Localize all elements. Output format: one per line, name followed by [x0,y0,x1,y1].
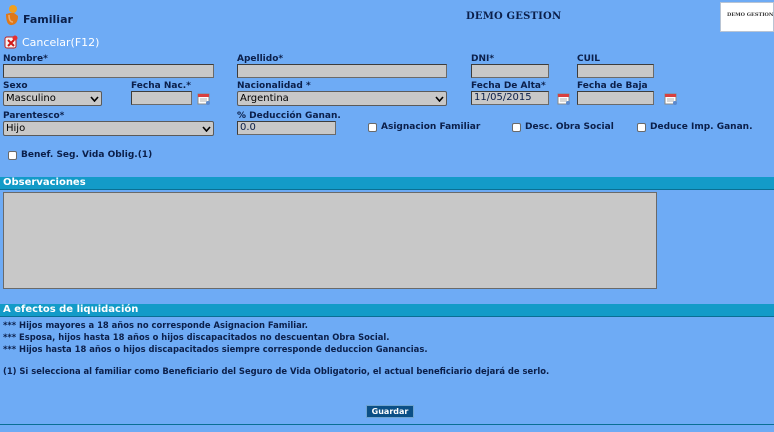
dni-label: DNI* [471,54,495,64]
desc-obra-social-checkbox[interactable]: Desc. Obra Social [512,122,614,132]
note-line: *** Esposa, hijos hasta 18 años o hijos … [3,332,390,342]
deduccion-input[interactable]: 0.0 [237,121,336,135]
sexo-value: Masculino [6,93,56,104]
observaciones-header: Observaciones [0,177,774,190]
calendar-icon[interactable] [557,91,571,105]
nombre-label: Nombre* [3,54,48,64]
sexo-label: Sexo [3,81,28,91]
fecha-alta-input[interactable]: 11/05/2015 [471,91,549,105]
apellido-label: Apellido* [237,54,284,64]
fecha-nac-label: Fecha Nac.* [131,81,191,91]
company-name: DEMO GESTION [466,11,562,22]
benef-seg-vida-label: Benef. Seg. Vida Oblig.(1) [21,150,153,160]
apellido-input[interactable] [237,64,447,78]
deduce-imp-ganan-checkbox[interactable]: Deduce Imp. Ganan. [637,122,753,132]
parentesco-select[interactable]: Hijo [3,121,214,136]
cancel-label: Cancelar(F12) [22,35,100,49]
deduce-imp-ganan-label: Deduce Imp. Ganan. [650,122,753,132]
nombre-input[interactable] [3,64,214,78]
cuil-input[interactable] [577,64,654,78]
checkbox-box[interactable] [368,122,377,132]
checkbox-box[interactable] [637,122,646,132]
checkbox-box[interactable] [512,122,521,132]
nacionalidad-select[interactable]: Argentina [237,91,447,106]
fecha-baja-label: Fecha de Baja [577,81,648,91]
cancel-button[interactable]: Cancelar(F12) [4,34,99,50]
save-button[interactable]: Guardar [366,405,414,418]
desc-obra-social-label: Desc. Obra Social [525,122,614,132]
nacionalidad-label: Nacionalidad * [237,81,311,91]
fecha-alta-label: Fecha De Alta* [471,81,546,91]
fecha-baja-input[interactable] [577,91,654,105]
deduccion-label: % Deducción Ganan. [237,111,341,121]
brand-logo-text: DEMO GESTION [727,12,774,18]
header-bar [0,0,774,32]
fecha-nac-input[interactable] [131,91,192,105]
liquidacion-header: A efectos de liquidación [0,304,774,317]
note-line: *** Hijos hasta 18 años o hijos discapac… [3,344,428,354]
divider [0,424,774,425]
parentesco-label: Parentesco* [3,111,65,121]
dni-input[interactable] [471,64,549,78]
sexo-select[interactable]: Masculino [3,91,102,106]
chevron-down-icon [90,95,99,102]
benef-seg-vida-checkbox[interactable]: Benef. Seg. Vida Oblig.(1) [8,150,152,160]
calendar-icon[interactable] [664,91,678,105]
parentesco-value: Hijo [6,123,26,134]
observaciones-textarea[interactable] [3,192,657,289]
app-logo-icon [6,5,18,26]
cancel-icon [4,35,18,49]
checkbox-box[interactable] [8,150,17,160]
chevron-down-icon [202,125,211,132]
nacionalidad-value: Argentina [240,93,289,104]
page-title: Familiar [23,13,73,26]
note-line: *** Hijos mayores a 18 años no correspon… [3,320,308,330]
chevron-down-icon [435,95,444,102]
cuil-label: CUIL [577,54,600,64]
asignacion-familiar-checkbox[interactable]: Asignacion Familiar [368,122,480,132]
footnote-line: (1) Si selecciona al familiar como Benef… [3,366,550,376]
calendar-icon[interactable] [197,91,211,105]
asignacion-familiar-label: Asignacion Familiar [381,122,481,132]
